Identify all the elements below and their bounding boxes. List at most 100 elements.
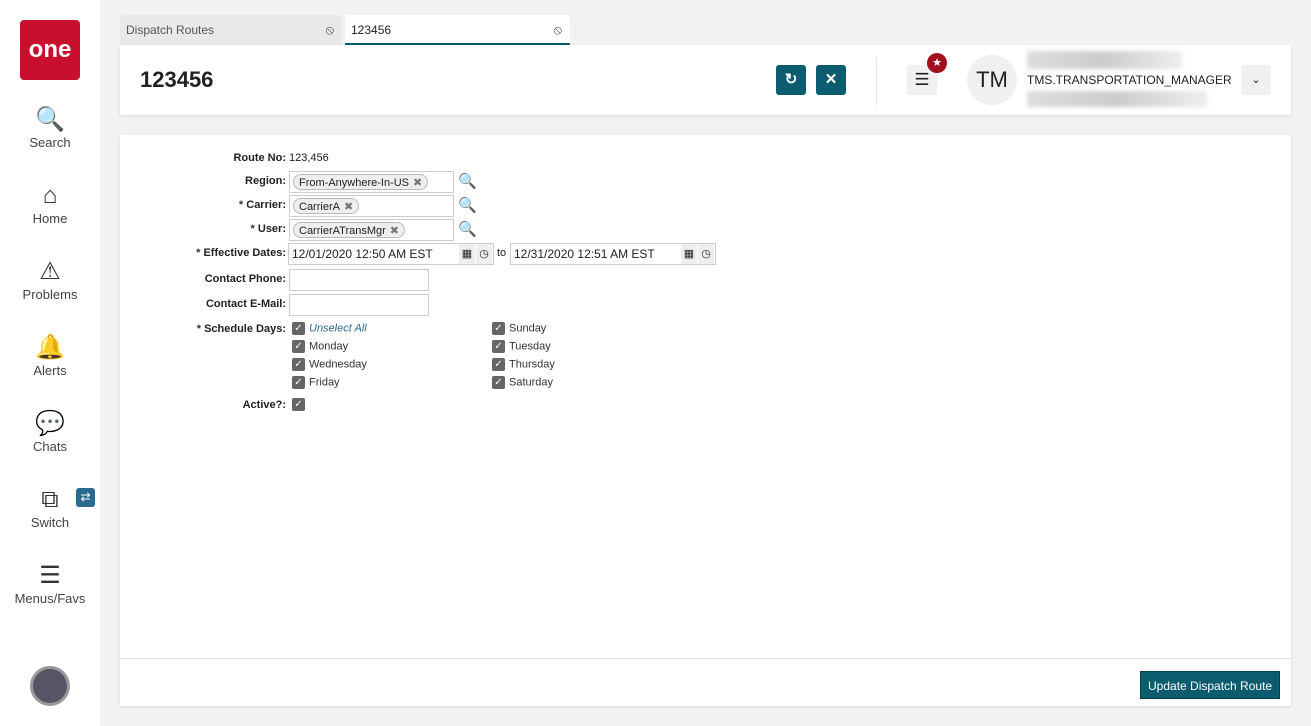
warning-icon: ⚠ xyxy=(39,258,61,285)
label-text: Effective Dates: xyxy=(203,247,286,259)
day-checkbox-monday[interactable]: ✓ Monday xyxy=(292,340,348,353)
label-text: Schedule Days: xyxy=(204,323,286,335)
checkbox-checked-icon[interactable]: ✓ xyxy=(492,376,505,389)
day-label: Thursday xyxy=(509,358,555,371)
zoom-search-icon[interactable]: 🔍 xyxy=(458,220,477,238)
contact-email-input[interactable] xyxy=(289,294,429,316)
nav-label: Switch xyxy=(30,515,70,530)
chat-icon: 💬 xyxy=(35,410,65,437)
divider xyxy=(876,57,877,105)
remove-icon[interactable]: ✖ xyxy=(344,201,353,213)
contact-phone-label: Contact Phone: xyxy=(204,273,286,285)
user-chip: CarrierATransMgr ✖ xyxy=(293,222,406,238)
tab-label: Dispatch Routes xyxy=(126,23,215,37)
header: 123456 ↻ ✕ ☰ ★ TM TMS.TRANSPORTATION_MAN… xyxy=(120,45,1291,115)
day-checkbox-tuesday[interactable]: ✓ Tuesday xyxy=(492,340,551,353)
user-label: * User: xyxy=(250,223,286,235)
chip-text: CarrierATransMgr xyxy=(299,225,386,237)
nav-problems[interactable]: ⚠ Problems xyxy=(0,257,100,302)
remove-icon[interactable]: ✖ xyxy=(390,225,399,237)
checkbox-checked-icon[interactable]: ✓ xyxy=(492,322,505,335)
nav-label: Search xyxy=(29,135,71,150)
close-tab-icon[interactable]: ⦸ xyxy=(554,15,562,45)
unselect-all-checkbox[interactable]: ✓ Unselect All xyxy=(292,322,367,335)
nav-alerts[interactable]: 🔔 Alerts xyxy=(0,333,100,378)
nav-label: Home xyxy=(32,211,68,226)
day-label: Monday xyxy=(309,340,349,353)
user-field[interactable]: CarrierATransMgr ✖ xyxy=(289,219,454,241)
redacted-info xyxy=(1027,91,1207,107)
calendar-icon[interactable]: ▦ xyxy=(459,244,475,264)
carrier-label: * Carrier: xyxy=(238,199,286,211)
assistant-avatar[interactable] xyxy=(30,666,70,706)
checkbox-checked-icon[interactable]: ✓ xyxy=(292,340,305,353)
checkbox-checked-icon[interactable]: ✓ xyxy=(292,398,305,411)
page-title: 123456 xyxy=(140,67,214,92)
sidebar: one 🔍 Search ⌂ Home ⚠ Problems 🔔 Alerts 💬 Cha… xyxy=(0,0,100,726)
tab-123456[interactable]: 123456 ⦸ xyxy=(345,15,570,45)
label-text: Carrier: xyxy=(246,199,286,211)
chip-text: CarrierA xyxy=(299,201,340,213)
clock-icon[interactable]: ◷ xyxy=(698,244,714,264)
day-checkbox-wednesday[interactable]: ✓ Wednesday xyxy=(292,358,367,371)
user-menu-chevron-icon[interactable]: ⌄ xyxy=(1241,65,1271,95)
day-checkbox-sunday[interactable]: ✓ Sunday xyxy=(492,322,546,335)
checkbox-checked-icon[interactable]: ✓ xyxy=(292,358,305,371)
nav-label: Problems xyxy=(22,287,78,302)
region-chip: From-Anywhere-In-US ✖ xyxy=(293,174,429,190)
footer-divider xyxy=(120,658,1291,659)
end-date-value: 12/31/2020 12:51 AM EST xyxy=(514,247,655,261)
calendar-icon[interactable]: ▦ xyxy=(681,244,697,264)
contact-phone-input[interactable] xyxy=(289,269,429,291)
zoom-search-icon[interactable]: 🔍 xyxy=(458,196,477,214)
checkbox-checked-icon[interactable]: ✓ xyxy=(292,322,305,335)
home-icon: ⌂ xyxy=(42,182,58,209)
nav-menus-favs[interactable]: ☰ Menus/Favs xyxy=(0,561,100,606)
day-label: Sunday xyxy=(509,322,547,335)
unselect-all-link[interactable]: Unselect All xyxy=(309,322,367,334)
carrier-chip: CarrierA ✖ xyxy=(293,198,360,214)
menu-icon: ☰ xyxy=(39,562,61,589)
active-checkbox[interactable]: ✓ xyxy=(292,398,309,411)
end-date-input[interactable]: 12/31/2020 12:51 AM EST ▦ ◷ xyxy=(510,243,716,265)
update-dispatch-route-button[interactable]: Update Dispatch Route xyxy=(1140,671,1281,699)
day-label: Wednesday xyxy=(309,358,367,371)
region-field[interactable]: From-Anywhere-In-US ✖ xyxy=(289,171,454,193)
route-no-value: 123,456 xyxy=(289,152,329,164)
zoom-search-icon[interactable]: 🔍 xyxy=(458,172,477,190)
carrier-field[interactable]: CarrierA ✖ xyxy=(289,195,454,217)
active-label: Active?: xyxy=(242,399,286,411)
search-icon: 🔍 xyxy=(35,106,65,133)
checkbox-checked-icon[interactable]: ✓ xyxy=(292,376,305,389)
start-date-input[interactable]: 12/01/2020 12:50 AM EST ▦ ◷ xyxy=(288,243,494,265)
day-label: Friday xyxy=(309,376,340,389)
redacted-name xyxy=(1027,51,1182,69)
effective-dates-label: * Effective Dates: xyxy=(196,247,286,259)
route-no-label: Route No: xyxy=(233,152,286,164)
checkbox-checked-icon[interactable]: ✓ xyxy=(492,358,505,371)
day-checkbox-saturday[interactable]: ✓ Saturday xyxy=(492,376,553,389)
nav-label: Menus/Favs xyxy=(14,591,86,606)
nav-chats[interactable]: 💬 Chats xyxy=(0,409,100,454)
contact-email-label: Contact E-Mail: xyxy=(205,298,286,310)
one-logo[interactable]: one xyxy=(20,20,80,80)
username: TMS.TRANSPORTATION_MANAGER xyxy=(1027,73,1232,87)
bell-icon: 🔔 xyxy=(35,334,65,361)
day-label: Tuesday xyxy=(509,340,551,353)
nav-search[interactable]: 🔍 Search xyxy=(0,105,100,150)
tab-dispatch-routes[interactable]: Dispatch Routes ⦸ xyxy=(120,15,342,45)
close-button[interactable]: ✕ xyxy=(816,65,846,95)
nav-label: Chats xyxy=(33,439,67,454)
checkbox-checked-icon[interactable]: ✓ xyxy=(492,340,505,353)
refresh-button[interactable]: ↻ xyxy=(776,65,806,95)
star-icon: ★ xyxy=(927,53,947,73)
day-checkbox-friday[interactable]: ✓ Friday xyxy=(292,376,340,389)
clock-icon[interactable]: ◷ xyxy=(476,244,492,264)
region-label: Region: xyxy=(245,175,286,187)
close-tab-icon[interactable]: ⦸ xyxy=(326,15,334,45)
day-checkbox-thursday[interactable]: ✓ Thursday xyxy=(492,358,555,371)
remove-icon[interactable]: ✖ xyxy=(413,177,422,189)
day-label: Saturday xyxy=(509,376,554,389)
nav-home[interactable]: ⌂ Home xyxy=(0,181,100,226)
start-date-value: 12/01/2020 12:50 AM EST xyxy=(292,247,433,261)
